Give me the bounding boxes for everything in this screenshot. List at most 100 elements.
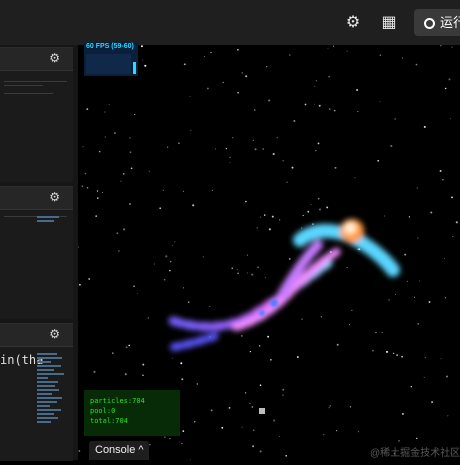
star xyxy=(78,283,81,286)
stats-panel: particles:704 pool:0 total:704 xyxy=(84,390,180,436)
panel-header: ⚙ xyxy=(0,187,73,210)
star xyxy=(291,166,294,169)
star xyxy=(444,87,447,90)
star xyxy=(302,214,304,217)
star xyxy=(116,232,119,235)
star xyxy=(129,203,131,206)
star xyxy=(336,430,338,432)
star xyxy=(329,405,331,407)
star xyxy=(279,219,281,221)
star xyxy=(108,104,110,106)
star xyxy=(406,280,408,282)
star xyxy=(231,267,233,269)
layout-icon[interactable]: ▦ xyxy=(379,12,399,32)
star xyxy=(262,148,264,150)
star xyxy=(222,81,224,84)
star xyxy=(272,152,275,156)
editor-panel-html: ⚙ xyxy=(0,47,73,182)
star xyxy=(447,415,449,417)
gear-icon[interactable]: ⚙ xyxy=(49,51,60,65)
panel-body[interactable] xyxy=(0,71,73,182)
star xyxy=(252,139,254,141)
star xyxy=(273,419,276,422)
star xyxy=(315,149,317,152)
star xyxy=(285,454,288,457)
star xyxy=(451,46,453,48)
star xyxy=(315,80,318,82)
star xyxy=(444,297,447,299)
star xyxy=(451,196,453,199)
star xyxy=(177,142,180,145)
star xyxy=(207,87,209,90)
star xyxy=(183,287,185,289)
star xyxy=(301,318,303,321)
star xyxy=(423,125,426,128)
star xyxy=(144,64,147,67)
star xyxy=(249,402,251,405)
star xyxy=(237,272,239,275)
star xyxy=(97,197,99,199)
star xyxy=(267,335,270,338)
star xyxy=(404,253,407,256)
star xyxy=(203,55,205,57)
star xyxy=(445,375,449,378)
star xyxy=(118,250,120,252)
star xyxy=(96,190,99,192)
star xyxy=(181,378,184,381)
minimap[interactable] xyxy=(37,214,65,226)
star xyxy=(202,256,204,258)
star xyxy=(320,316,322,318)
star xyxy=(169,438,171,440)
star xyxy=(327,47,329,49)
star xyxy=(424,357,426,359)
star xyxy=(259,384,262,387)
gear-icon[interactable]: ⚙ xyxy=(49,190,60,204)
gear-icon[interactable]: ⚙ xyxy=(49,327,60,341)
star xyxy=(328,76,330,78)
minimap[interactable] xyxy=(37,351,65,456)
star xyxy=(252,429,255,432)
star xyxy=(141,60,143,61)
star xyxy=(289,54,291,56)
star xyxy=(293,120,296,122)
star xyxy=(246,254,248,256)
star xyxy=(419,280,421,282)
star xyxy=(179,441,181,443)
star xyxy=(221,426,224,429)
star xyxy=(384,215,386,217)
star xyxy=(423,376,425,378)
star xyxy=(172,244,174,246)
star xyxy=(229,156,231,159)
run-button[interactable]: 运行 xyxy=(414,9,460,36)
star xyxy=(104,111,106,113)
star xyxy=(449,118,451,120)
panel-body[interactable] xyxy=(0,210,73,319)
fps-meter: 60 FPS (59-60) xyxy=(84,42,138,76)
star xyxy=(129,137,131,139)
star xyxy=(417,237,419,239)
star xyxy=(390,144,393,148)
star xyxy=(394,293,396,295)
panel-body[interactable]: in(tha xyxy=(0,347,73,461)
star xyxy=(304,103,307,106)
star xyxy=(270,358,272,361)
star xyxy=(263,214,266,216)
star xyxy=(180,362,183,365)
star xyxy=(95,215,98,217)
star xyxy=(260,216,262,218)
star xyxy=(301,227,303,229)
star xyxy=(169,260,172,263)
star xyxy=(307,210,310,213)
star xyxy=(210,409,213,412)
console-toggle[interactable]: Console ^ xyxy=(89,441,149,460)
star xyxy=(268,99,271,102)
star xyxy=(84,172,87,175)
settings-icon[interactable]: ⚙ xyxy=(343,12,363,32)
star xyxy=(266,66,268,68)
star xyxy=(318,104,321,107)
star xyxy=(162,189,164,191)
star xyxy=(288,257,291,260)
run-button-label: 运行 xyxy=(440,15,460,30)
star xyxy=(401,412,404,415)
star xyxy=(181,442,183,445)
